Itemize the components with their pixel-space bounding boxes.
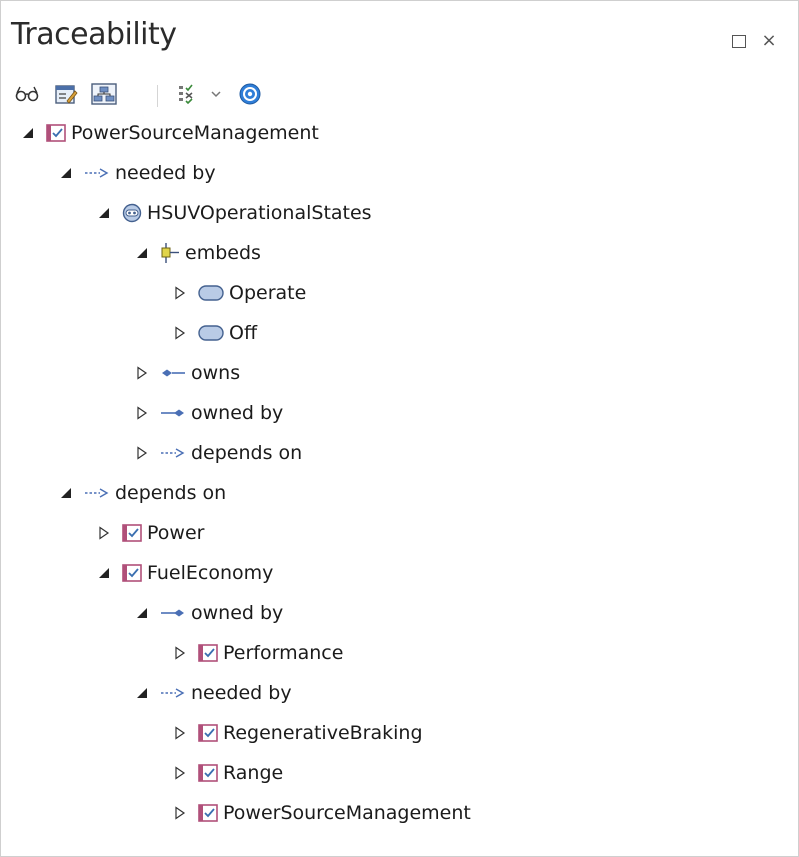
filter-checklist-icon [179,84,193,105]
toolbar [1,77,798,113]
tree-node-label[interactable]: depends on [191,442,302,464]
tree-node-label[interactable]: depends on [115,482,226,504]
tree-node-label[interactable]: needed by [191,682,292,704]
restore-icon [732,34,746,48]
expand-toggle-icon[interactable] [169,642,191,664]
requirement-icon [45,122,67,144]
expand-toggle-icon[interactable] [93,522,115,544]
requirement-icon [197,722,219,744]
locate-button[interactable] [13,80,41,108]
collapse-toggle-icon[interactable] [93,562,115,584]
close-button[interactable]: × [759,31,779,51]
hierarchy-diagram-button[interactable] [90,80,118,108]
state-machine-icon [121,202,143,224]
state-icon [197,282,225,304]
tree-node-n1[interactable]: needed by [55,153,216,193]
requirement-icon [121,562,143,584]
tree-node-label[interactable]: Off [229,322,257,344]
tree-node-n7[interactable]: owned by [131,393,283,433]
hierarchy-diagram-icon [91,83,117,105]
requirement-icon [197,762,219,784]
toolbar-separator [157,85,158,107]
tree-node-label[interactable]: PowerSourceManagement [223,802,471,824]
expand-toggle-icon[interactable] [131,362,153,384]
expand-toggle-icon[interactable] [169,762,191,784]
properties-icon [55,85,78,104]
expand-toggle-icon[interactable] [169,722,191,744]
requirement-icon [197,802,219,824]
tree-node-label[interactable]: owned by [191,602,283,624]
tree-node-n4[interactable]: Operate [169,273,306,313]
dependency-arrow-icon [159,682,187,704]
owned-by-icon [159,402,187,424]
tree-node-label[interactable]: Power [147,522,204,544]
tree-node-label[interactable]: Operate [229,282,306,304]
restore-button[interactable] [729,31,749,51]
tree-node-n12[interactable]: owned by [131,593,283,633]
panel-title: Traceability [11,17,177,52]
tree-node-n14[interactable]: needed by [131,673,292,713]
help-button[interactable] [236,80,264,108]
tree-node-n5[interactable]: Off [169,313,257,353]
expand-toggle-icon[interactable] [169,282,191,304]
owned-by-icon [159,602,187,624]
tree-node-n15[interactable]: RegenerativeBraking [169,713,423,753]
tree-node-n9[interactable]: depends on [55,473,226,513]
collapse-toggle-icon[interactable] [93,202,115,224]
collapse-toggle-icon[interactable] [17,122,39,144]
expand-toggle-icon[interactable] [131,402,153,424]
dropdown-arrow-icon [211,91,221,98]
tree-node-n16[interactable]: Range [169,753,283,793]
dependency-arrow-icon [159,442,187,464]
requirement-icon [121,522,143,544]
tree-node-label[interactable]: owns [191,362,240,384]
collapse-toggle-icon[interactable] [131,602,153,624]
tree-node-n8[interactable]: depends on [131,433,302,473]
requirement-icon [197,642,219,664]
tree-node-n17[interactable]: PowerSourceManagement [169,793,471,833]
help-icon [239,83,261,105]
properties-button[interactable] [52,80,80,108]
tree-node-label[interactable]: PowerSourceManagement [71,122,319,144]
expand-toggle-icon[interactable] [131,442,153,464]
tree-node-label[interactable]: FuelEconomy [147,562,273,584]
title-bar: Traceability × [1,1,798,77]
expand-toggle-icon[interactable] [169,322,191,344]
owns-icon [159,362,187,384]
tree-node-n11[interactable]: FuelEconomy [93,553,273,593]
collapse-toggle-icon[interactable] [131,242,153,264]
expand-toggle-icon[interactable] [169,802,191,824]
dependency-arrow-icon [83,162,111,184]
collapse-toggle-icon[interactable] [55,482,77,504]
collapse-toggle-icon[interactable] [131,682,153,704]
tree-node-n13[interactable]: Performance [169,633,343,673]
tree-node-label[interactable]: Performance [223,642,343,664]
traceability-panel: Traceability × PowerSourceManagement nee… [0,0,799,857]
embed-icon [159,242,181,264]
tree-node-label[interactable]: needed by [115,162,216,184]
tree-node-label[interactable]: RegenerativeBraking [223,722,423,744]
tree-node-label[interactable]: Range [223,762,283,784]
dependency-arrow-icon [83,482,111,504]
tree-node-n0[interactable]: PowerSourceManagement [17,113,319,153]
filter-dropdown-button[interactable] [206,80,226,108]
tree-node-label[interactable]: HSUVOperationalStates [147,202,372,224]
tree-node-n10[interactable]: Power [93,513,204,553]
filter-button[interactable] [174,80,202,108]
tree-node-n2[interactable]: HSUVOperationalStates [93,193,372,233]
collapse-toggle-icon[interactable] [55,162,77,184]
state-icon [197,322,225,344]
glasses-icon [15,86,39,102]
tree-node-label[interactable]: embeds [185,242,261,264]
tree-node-n6[interactable]: owns [131,353,240,393]
tree-node-n3[interactable]: embeds [131,233,261,273]
tree-node-label[interactable]: owned by [191,402,283,424]
